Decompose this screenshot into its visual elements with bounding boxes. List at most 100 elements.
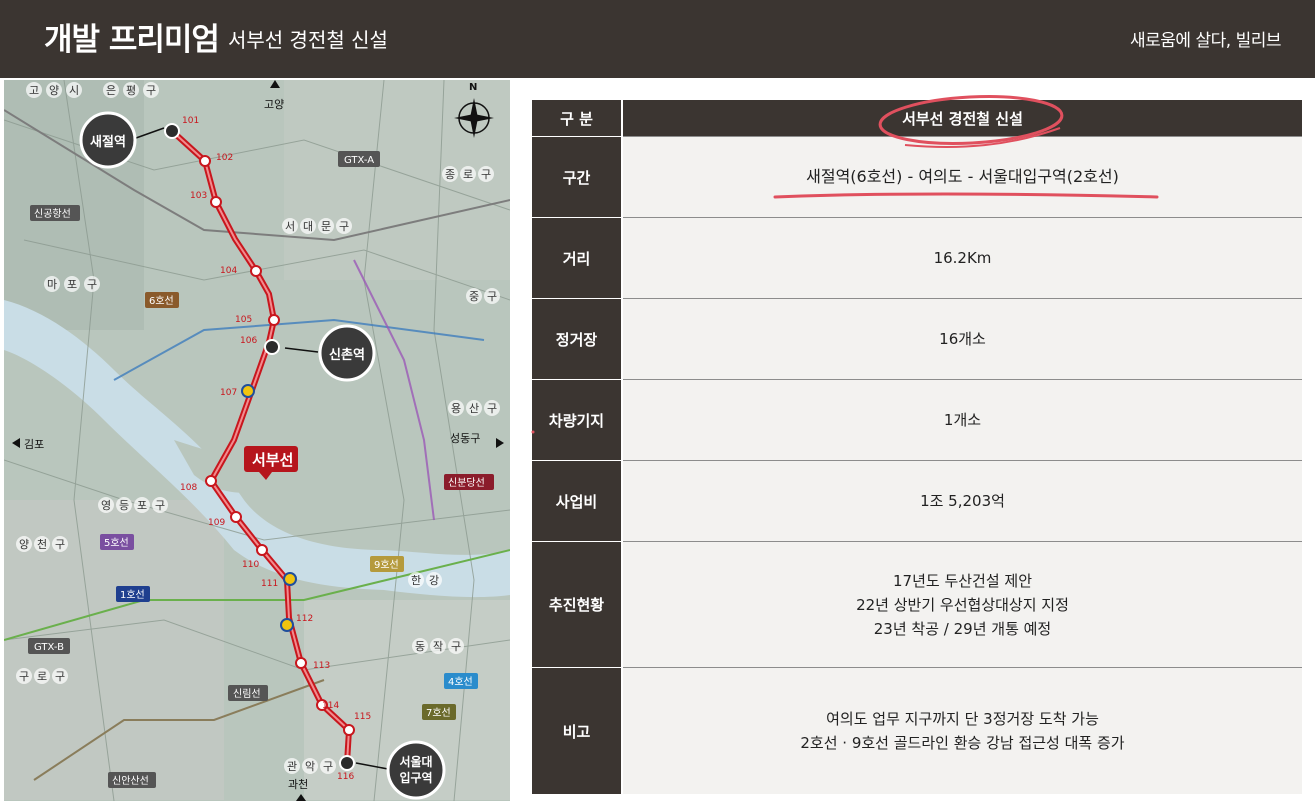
svg-text:로: 로 [37,670,47,683]
station-marker [210,196,222,208]
svg-text:구: 구 [87,278,97,291]
svg-text:구: 구 [481,168,491,181]
svg-text:4호선: 4호선 [448,676,473,688]
svg-text:한: 한 [411,574,421,587]
row-value: 1개소 [622,379,1302,461]
svg-text:5호선: 5호선 [104,537,129,549]
district-yangcheon: 양 천 구 [16,536,68,552]
svg-text:입구역: 입구역 [399,770,432,785]
district-yongsan: 용 산 구 [448,400,500,416]
station-label: 114 [322,701,339,711]
table-row: 사업비 1조 5,203억 [532,460,1302,542]
station-marker [250,265,262,277]
station-label: 107 [220,388,237,398]
badge-sinansan: 신안산선 [108,772,156,788]
svg-text:강: 강 [429,574,439,587]
svg-text:GTX-A: GTX-A [344,155,374,166]
svg-text:관: 관 [287,760,297,773]
district-gwanak: 관 악 구 [284,758,336,774]
svg-text:시: 시 [69,84,79,97]
station-label: 106 [240,336,257,346]
svg-text:서: 서 [285,220,295,233]
district-guro: 구 로 구 [16,668,68,684]
svg-text:고: 고 [29,84,39,97]
page-header: 개발 프리미엄 서부선 경전철 신설 새로움에 살다, 빌리브 [0,0,1315,78]
badge-gtx-b: GTX-B [28,638,70,654]
svg-text:1호선: 1호선 [120,589,145,601]
svg-text:문: 문 [321,220,331,233]
svg-text:신분당선: 신분당선 [448,477,485,489]
svg-text:용: 용 [451,402,461,415]
station-label: 109 [208,518,225,528]
row-value: 16개소 [622,298,1302,380]
svg-text:종: 종 [445,168,455,181]
svg-text:등: 등 [119,499,129,512]
station-label: 103 [190,191,207,201]
row-value: 새절역(6호선) - 여의도 - 서울대입구역(2호선) [622,136,1302,218]
svg-text:구: 구 [55,538,65,551]
svg-text:고양: 고양 [264,98,284,111]
svg-text:6호선: 6호선 [149,295,174,307]
table-header-value: 서부선 경전철 신설 [622,100,1302,137]
table-row: 정거장 16개소 [532,298,1302,380]
svg-text:평: 평 [126,84,136,97]
table-header-row: 구 분 서부선 경전철 신설 [532,100,1302,137]
svg-text:신안산선: 신안산선 [112,775,149,787]
svg-text:산: 산 [469,402,479,415]
badge-line4: 4호선 [444,673,478,689]
station-label: 110 [242,560,259,570]
row-label: 추진현황 [532,541,623,668]
badge-sillim: 신림선 [228,685,268,701]
station-label: 105 [235,315,252,325]
svg-text:새절역: 새절역 [90,134,126,150]
station-marker [268,314,280,326]
transfer-station-marker [280,618,294,632]
table-row: 차량기지 1개소 [532,379,1302,461]
station-label: 101 [182,116,199,126]
svg-text:구: 구 [146,84,156,97]
badge-line6: 6호선 [145,292,179,308]
badge-singonghang: 신공항선 [30,205,80,221]
route-map: 101 102 103 104 105 106 107 108 109 110 … [4,80,510,801]
svg-text:과천: 과천 [288,777,308,791]
svg-text:양: 양 [19,538,29,551]
district-jongno: 종 로 구 [442,166,494,182]
svg-text:마: 마 [47,278,57,291]
svg-text:김포: 김포 [24,438,44,451]
transfer-station-marker [283,572,297,586]
svg-text:구: 구 [155,499,165,512]
badge-sinbundang: 신분당선 [444,474,494,490]
row-label: 차량기지 [532,379,623,461]
page-title: 개발 프리미엄 [44,22,220,58]
row-value: 여의도 업무 지구까지 단 3정거장 도착 가능 2호선 · 9호선 골드라인 … [622,667,1302,794]
row-label: 비고 [532,667,623,794]
station-label: 113 [313,661,330,671]
svg-text:구: 구 [487,402,497,415]
svg-text:신공항선: 신공항선 [34,208,71,220]
badge-line5: 5호선 [100,534,134,550]
svg-text:로: 로 [463,168,473,181]
svg-text:GTX-B: GTX-B [34,642,64,653]
district-eunpyeong: 은 평 구 [103,82,159,98]
svg-text:구: 구 [323,760,333,773]
project-info-table: 구 분 서부선 경전철 신설 구간 새절역(6호선) - 여의도 - 서울대입구… [532,100,1302,794]
table-row: 거리 16.2Km [532,217,1302,299]
svg-text:7호선: 7호선 [426,707,451,719]
badge-line7: 7호선 [422,704,456,720]
svg-text:포: 포 [67,278,77,291]
svg-text:신촌역: 신촌역 [329,347,365,363]
svg-text:구: 구 [55,670,65,683]
svg-text:9호선: 9호선 [374,559,399,571]
station-label: 102 [216,153,233,163]
district-mapo: 마 포 구 [44,276,100,292]
svg-text:구: 구 [487,290,497,303]
station-label: 116 [337,772,354,782]
district-goyang-si: 고 양 시 [26,82,82,98]
svg-text:동: 동 [415,640,425,653]
svg-text:성동구: 성동구 [450,432,480,445]
svg-text:서울대: 서울대 [399,754,432,769]
badge-gtx-a: GTX-A [338,151,380,167]
station-marker [343,724,355,736]
row-value: 17년도 두산건설 제안 22년 상반기 우선협상대상지 지정 23년 착공 /… [622,541,1302,668]
svg-text:포: 포 [137,499,147,512]
